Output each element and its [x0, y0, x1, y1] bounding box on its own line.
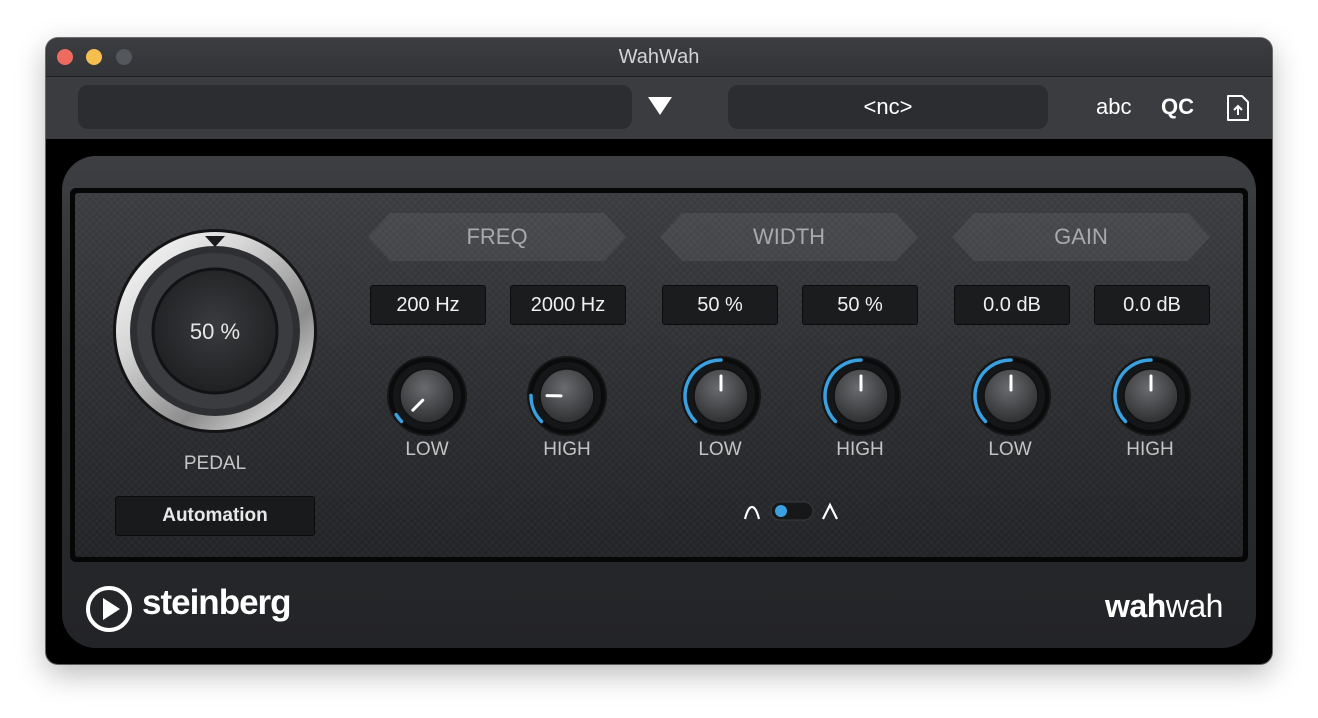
title-bar: WahWah	[46, 38, 1272, 77]
freq-section-title: FREQ	[368, 213, 626, 261]
freq-high-value[interactable]: 2000 Hz	[510, 285, 626, 325]
pedal-label: PEDAL	[183, 453, 247, 474]
steinberg-brand: steinberg	[142, 583, 292, 622]
automation-button[interactable]: Automation	[115, 496, 315, 536]
freq-high-label: HIGH	[543, 439, 591, 460]
freq-low-label: LOW	[405, 439, 449, 460]
width-low-value[interactable]: 50 %	[662, 285, 778, 325]
width-low-label: LOW	[698, 439, 742, 460]
plugin-window: WahWah <nc> abc QC 50 % PEDAL Automation…	[46, 38, 1272, 664]
toolbar: <nc> abc QC	[46, 77, 1272, 139]
plugin-panel: 50 % PEDAL Automation FREQ 200 Hz 2000 H…	[62, 156, 1256, 648]
wahwah-logo: wahwah	[1105, 588, 1223, 625]
pedal-knob[interactable]: 50 %	[113, 229, 317, 433]
pedal-value: 50 %	[190, 319, 240, 344]
gain-low-label: LOW	[988, 439, 1032, 460]
control-screen: 50 % PEDAL Automation FREQ 200 Hz 2000 H…	[75, 193, 1243, 557]
width-high-label: HIGH	[836, 439, 884, 460]
narrow-peak-icon	[822, 502, 838, 520]
width-section-title: WIDTH	[660, 213, 918, 261]
gain-low-value[interactable]: 0.0 dB	[954, 285, 1070, 325]
gain-section-title: GAIN	[952, 213, 1210, 261]
width-high-value[interactable]: 50 %	[802, 285, 918, 325]
abc-button[interactable]: abc	[1096, 85, 1131, 129]
controller-assignment-field[interactable]: <nc>	[728, 85, 1048, 129]
display-frame: 50 % PEDAL Automation FREQ 200 Hz 2000 H…	[70, 188, 1248, 562]
steinberg-logo-icon	[86, 586, 132, 632]
width-high-knob[interactable]	[820, 355, 902, 437]
gain-high-value[interactable]: 0.0 dB	[1094, 285, 1210, 325]
gain-high-knob[interactable]	[1110, 355, 1192, 437]
wahwah-logo-light: wah	[1165, 588, 1224, 624]
filter-mode-switch[interactable]	[743, 499, 843, 523]
freq-low-value[interactable]: 200 Hz	[370, 285, 486, 325]
triangle-down-icon[interactable]	[648, 97, 672, 115]
freq-low-knob[interactable]	[386, 355, 468, 437]
width-low-knob[interactable]	[680, 355, 762, 437]
preset-name-field[interactable]	[78, 85, 632, 129]
wahwah-logo-bold: wah	[1105, 588, 1166, 624]
window-title: WahWah	[618, 46, 700, 68]
gain-low-knob[interactable]	[970, 355, 1052, 437]
export-preset-icon[interactable]	[1226, 94, 1250, 122]
freq-high-knob[interactable]	[526, 355, 608, 437]
switch-indicator	[775, 505, 787, 517]
peak-curve-icon	[743, 505, 761, 520]
quick-controls-button[interactable]: QC	[1161, 85, 1194, 129]
gain-high-label: HIGH	[1126, 439, 1174, 460]
